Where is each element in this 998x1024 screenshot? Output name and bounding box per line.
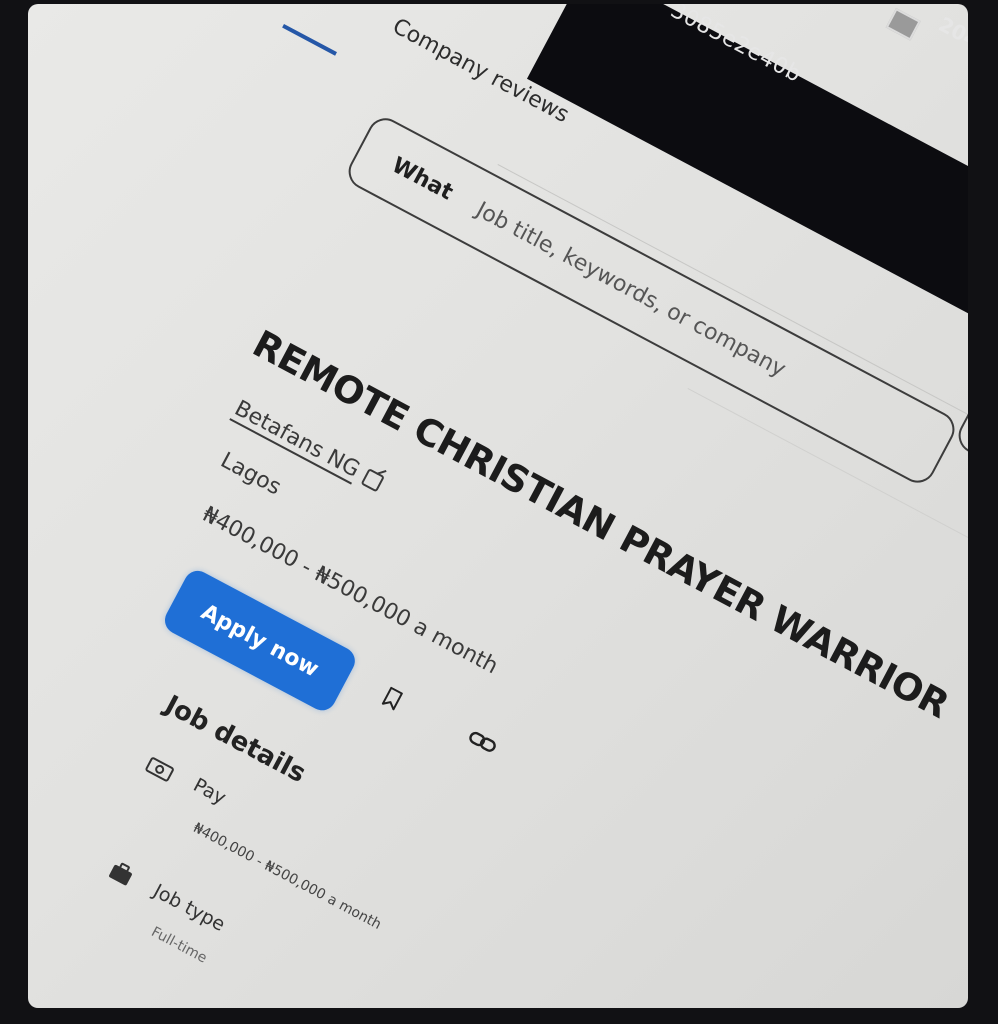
photographed-screen: 3085e2e40b 204 Company reviews What Job … bbox=[28, 4, 968, 1008]
external-link-icon[interactable] bbox=[360, 467, 386, 492]
pay-label: Pay bbox=[189, 774, 230, 810]
job-details-heading: Job details bbox=[159, 690, 311, 790]
notification-icon bbox=[885, 8, 921, 41]
job-type-value: Full-time bbox=[148, 924, 210, 967]
search-input[interactable]: Job title, keywords, or company bbox=[472, 197, 790, 382]
job-location: Lagos bbox=[216, 448, 286, 501]
money-icon bbox=[145, 757, 174, 782]
copy-link-icon[interactable] bbox=[465, 726, 501, 758]
bookmark-icon[interactable] bbox=[381, 686, 405, 711]
search-what-label: What bbox=[387, 152, 458, 206]
status-count: 204 bbox=[934, 12, 968, 53]
active-tab-indicator bbox=[282, 24, 337, 56]
briefcase-icon bbox=[109, 862, 132, 886]
search-where-field[interactable] bbox=[952, 376, 968, 500]
